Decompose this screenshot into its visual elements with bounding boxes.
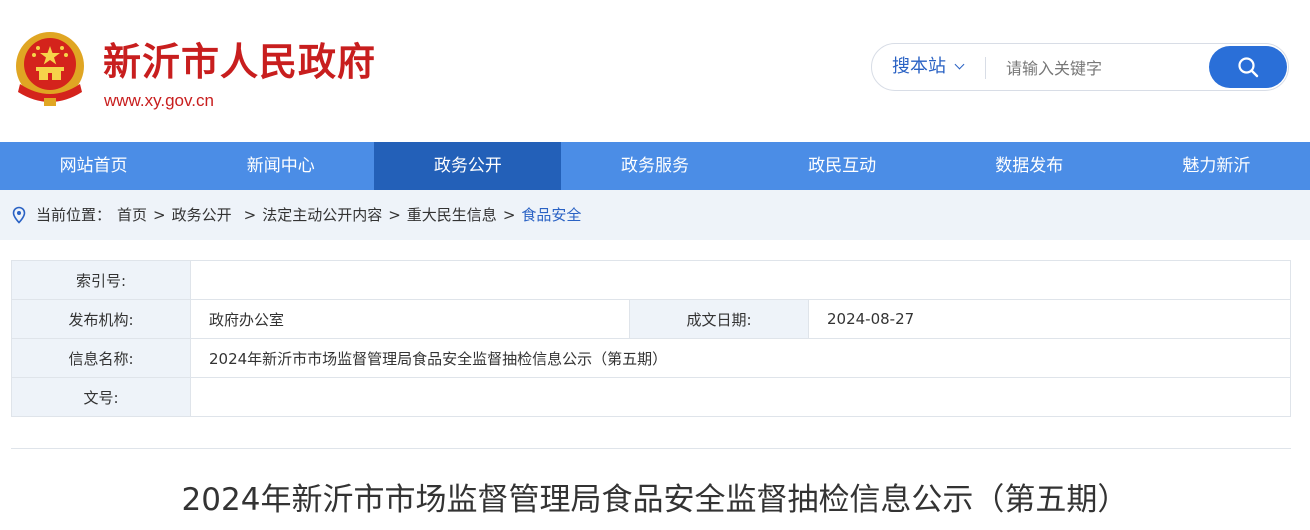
nav-item-interaction[interactable]: 政民互动 [749, 142, 936, 190]
date-value: 2024-08-27 [808, 299, 1291, 339]
doc-no-value [190, 377, 1291, 417]
meta-row-title: 信息名称: 2024年新沂市市场监督管理局食品安全监督抽检信息公示（第五期） [11, 338, 1291, 378]
chevron-down-icon [954, 59, 965, 70]
search-icon [1238, 57, 1259, 78]
national-emblem-icon[interactable] [12, 30, 88, 110]
title-value: 2024年新沂市市场监督管理局食品安全监督抽检信息公示（第五期） [190, 338, 1291, 378]
nav-item-data[interactable]: 数据发布 [936, 142, 1123, 190]
breadcrumb-prefix: 当前位置： [36, 206, 112, 224]
meta-row-publisher: 发布机构: 政府办公室 成文日期: 2024-08-27 [11, 299, 1291, 339]
doc-no-label: 文号: [11, 377, 191, 417]
publisher-value: 政府办公室 [190, 299, 630, 339]
search-button[interactable] [1209, 46, 1287, 88]
index-value [190, 260, 1291, 300]
document-meta-table: 索引号: 发布机构: 政府办公室 成文日期: 2024-08-27 信息名称: … [11, 260, 1291, 417]
site-name[interactable]: 新沂市人民政府 [103, 38, 376, 86]
nav-item-gov-affairs[interactable]: 政务公开 [374, 142, 562, 190]
breadcrumb-home[interactable]: 首页 [117, 190, 147, 240]
main-nav: 网站首页 新闻中心 政务公开 政务服务 政民互动 数据发布 魅力新沂 [0, 142, 1310, 190]
meta-row-index: 索引号: [11, 260, 1291, 300]
search-scope-dropdown[interactable]: 搜本站 [892, 44, 965, 90]
meta-row-doc-no: 文号: [11, 377, 1291, 417]
breadcrumb-bar: 当前位置： 首页 > 政务公开 > 法定主动公开内容 > 重大民生信息 > 食品… [0, 190, 1310, 240]
date-label: 成文日期: [629, 299, 809, 339]
breadcrumb-separator: > [388, 206, 401, 224]
breadcrumb-livelihood[interactable]: 重大民生信息 [407, 190, 497, 240]
breadcrumb-separator: > [243, 206, 257, 224]
site-url[interactable]: www.xy.gov.cn [104, 91, 214, 111]
breadcrumb-separator: > [502, 206, 516, 224]
nav-item-news[interactable]: 新闻中心 [187, 142, 374, 190]
site-header: 新沂市人民政府 www.xy.gov.cn 搜本站 [0, 0, 1310, 142]
nav-item-gov-services[interactable]: 政务服务 [561, 142, 748, 190]
content-divider [11, 448, 1291, 449]
publisher-label: 发布机构: [11, 299, 191, 339]
article-title: 2024年新沂市市场监督管理局食品安全监督抽检信息公示（第五期） [181, 482, 1129, 518]
nav-item-charm[interactable]: 魅力新沂 [1123, 142, 1310, 190]
title-label: 信息名称: [11, 338, 191, 378]
search-scope-label: 搜本站 [892, 56, 946, 77]
breadcrumb-gov-affairs[interactable]: 政务公开 [172, 190, 232, 240]
search-box: 搜本站 [871, 43, 1289, 91]
breadcrumb: 当前位置： 首页 > 政务公开 > 法定主动公开内容 > 重大民生信息 > 食品… [10, 190, 581, 240]
breadcrumb-statutory[interactable]: 法定主动公开内容 [262, 190, 382, 240]
search-divider [985, 57, 986, 79]
search-input[interactable] [992, 45, 1218, 91]
index-label: 索引号: [11, 260, 191, 300]
nav-item-home[interactable]: 网站首页 [0, 142, 187, 190]
location-pin-icon [12, 206, 26, 224]
breadcrumb-food-safety[interactable]: 食品安全 [521, 190, 581, 240]
breadcrumb-separator: > [153, 206, 166, 224]
